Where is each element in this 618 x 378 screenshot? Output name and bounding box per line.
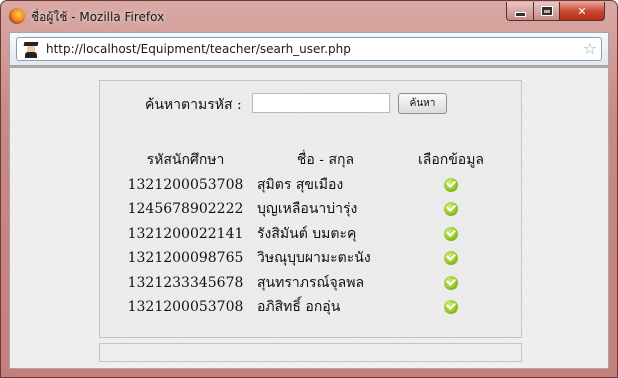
table-row: 1245678902222 บุญเหลือนาบ่ารุ่ง: [123, 197, 499, 222]
url-text[interactable]: http://localhost/Equipment/teacher/searh…: [46, 42, 351, 56]
check-icon[interactable]: [444, 177, 458, 192]
search-button[interactable]: ค้นหา: [398, 93, 447, 114]
check-icon[interactable]: [444, 300, 458, 315]
browser-window: ชื่อผู้ใช้ - Mozilla Firefox ✕ http://lo…: [0, 0, 618, 378]
site-favicon-icon: [22, 40, 40, 58]
student-name-cell: สุนทราภรณ์จุลพล: [257, 274, 365, 291]
window-title: ชื่อผู้ใช้ - Mozilla Firefox: [31, 10, 165, 24]
select-cell: [403, 271, 499, 296]
student-name-cell: อภิสิทธิ์ อกอุ่น: [257, 299, 341, 316]
select-cell: [403, 173, 499, 198]
check-icon[interactable]: [444, 226, 458, 241]
select-cell: [403, 295, 499, 320]
close-button[interactable]: ✕: [559, 2, 605, 21]
navigation-toolbar: http://localhost/Equipment/teacher/searh…: [9, 32, 609, 66]
student-id-cell: 1321200098765: [127, 250, 244, 267]
student-name-cell: วิษณุบุบผามะตะนัง: [257, 250, 371, 267]
student-name-cell: รังสิมันต์ บมตะคุ: [257, 225, 357, 242]
close-icon: ✕: [577, 4, 587, 18]
table-row: 1321200098765 วิษณุบุบผามะตะนัง: [123, 246, 499, 271]
search-input[interactable]: [252, 93, 390, 113]
student-id-cell: 1321233345678: [127, 274, 244, 291]
table-row: 1321233345678 สุนทราภรณ์จุลพล: [123, 271, 499, 296]
table-header-row: รหัสนักศึกษา ชื่อ - สกุล เลือกข้อมูล: [123, 148, 499, 173]
check-icon[interactable]: [444, 251, 458, 266]
student-name-cell: สุมิตร สุขเมือง: [257, 176, 344, 193]
maximize-icon: [541, 7, 552, 15]
user-table: รหัสนักศึกษา ชื่อ - สกุล เลือกข้อมูล 132…: [123, 148, 499, 320]
column-header-name: ชื่อ - สกุล: [296, 152, 355, 169]
search-row: ค้นหาตามรหัส : ค้นหา: [100, 92, 523, 116]
table-row: 1321200022141 รังสิมันต์ บมตะคุ: [123, 222, 499, 247]
bookmark-star-icon[interactable]: ☆: [583, 40, 597, 58]
student-id-cell: 1321200022141: [127, 225, 244, 242]
select-cell: [403, 222, 499, 247]
firefox-icon: [9, 8, 25, 24]
search-label: ค้นหาตามรหัส :: [145, 97, 242, 113]
address-bar[interactable]: http://localhost/Equipment/teacher/searh…: [16, 37, 602, 61]
check-icon[interactable]: [444, 275, 458, 290]
student-id-cell: 1321200053708: [127, 299, 244, 316]
column-header-id: รหัสนักศึกษา: [146, 152, 225, 169]
maximize-button[interactable]: [533, 2, 560, 21]
footer-panel: [99, 343, 522, 362]
student-id-cell: 1321200053708: [127, 176, 244, 193]
table-row: 1321200053708 อภิสิทธิ์ อกอุ่น: [123, 295, 499, 320]
column-header-select: เลือกข้อมูล: [417, 152, 485, 169]
select-cell: [403, 246, 499, 271]
search-panel: ค้นหาตามรหัส : ค้นหา รหัสนักศึกษา ชื่อ -…: [99, 80, 522, 338]
page-content: ค้นหาตามรหัส : ค้นหา รหัสนักศึกษา ชื่อ -…: [9, 67, 609, 369]
check-icon[interactable]: [444, 202, 458, 217]
student-id-cell: 1245678902222: [127, 201, 244, 218]
minimize-icon: [515, 12, 525, 16]
student-name-cell: บุญเหลือนาบ่ารุ่ง: [257, 201, 358, 218]
title-bar: ชื่อผู้ใช้ - Mozilla Firefox ✕: [1, 1, 617, 31]
minimize-button[interactable]: [506, 2, 534, 21]
table-row: 1321200053708 สุมิตร สุขเมือง: [123, 173, 499, 198]
select-cell: [403, 197, 499, 222]
